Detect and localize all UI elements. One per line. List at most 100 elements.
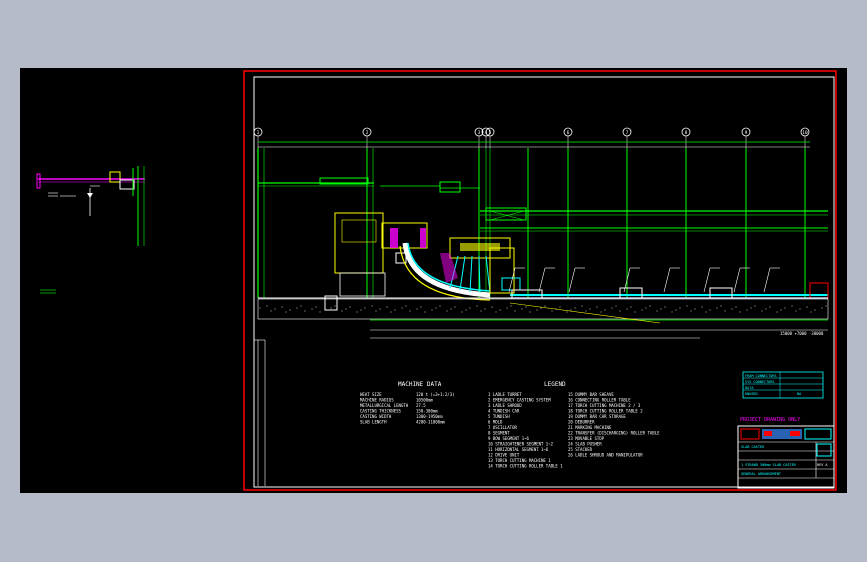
concrete-hatch-dot — [495, 311, 497, 313]
legend-table: LEGEND 1 LADLE TURRET2 EMERGENCY CASTING… — [488, 381, 660, 469]
concrete-hatch-dot — [514, 310, 516, 312]
machine-data-table: MACHINE DATA HEAT SIZE 120 t (=3+1:2/3) MA… — [360, 381, 455, 425]
legend-item: 6 MOLD — [488, 420, 503, 425]
grid-bubble: 7 — [622, 127, 632, 148]
concrete-hatch-dot — [480, 310, 482, 312]
concrete-hatch-dot — [825, 305, 827, 307]
concrete-hatch-dot — [570, 309, 572, 311]
concrete-hatch-dot — [484, 308, 486, 310]
concrete-hatch-dot — [405, 305, 407, 307]
concrete-hatch-dot — [285, 311, 287, 313]
concrete-hatch-dot — [791, 305, 793, 307]
title-row: GENERAL ARRANGEMENT — [741, 472, 782, 476]
concrete-hatch-dot — [814, 309, 816, 311]
legend-item: 21 MARKING MACHINE — [568, 425, 612, 430]
concrete-hatch-dot — [390, 311, 392, 313]
concrete-hatch-dot — [701, 306, 703, 308]
concrete-hatch-dot — [589, 308, 591, 310]
sheet-number: REV A — [817, 463, 828, 467]
concrete-hatch-dot — [671, 311, 673, 313]
machine-data-label: HEAT SIZE — [360, 392, 382, 397]
concrete-hatch-dot — [341, 310, 343, 312]
concrete-hatch-dot — [634, 311, 636, 313]
title-block: FRAM CONNECTORS SYS CONNECTORS DATA UNUS… — [737, 371, 835, 489]
concrete-hatch-dot — [664, 306, 666, 308]
title-row: SLAB CASTER — [741, 445, 765, 449]
concrete-hatch-dot — [525, 306, 527, 308]
left-detail-view — [36, 166, 145, 294]
legend-item: 22 TRANSFER (DISCHARGING) ROLLER TABLE — [568, 431, 660, 436]
concrete-hatch-dot — [799, 308, 801, 310]
concrete-hatch-dot — [319, 311, 321, 313]
cad-drawing-canvas[interactable]: 1 2 3 4 5 6 7 8 9 10 15000 +7000 -38000 … — [20, 68, 847, 493]
concrete-hatch-dot — [394, 309, 396, 311]
grid-bubble: 10 — [800, 127, 810, 148]
grid-bubble-label: 9 — [745, 130, 748, 136]
concrete-hatch-dot — [746, 309, 748, 311]
concrete-hatch-dot — [739, 311, 741, 313]
leader-line — [663, 267, 671, 293]
concrete-hatch-dot — [731, 308, 733, 310]
legend-item: 26 LADLE SHROUD AND MANIPULATOR — [568, 453, 643, 458]
concrete-hatch-dot — [735, 306, 737, 308]
note-scale: NA — [797, 392, 802, 396]
concrete-hatch-dot — [630, 306, 632, 308]
concrete-hatch-dot — [360, 309, 362, 311]
machine-data-label: SLAB LENGTH — [360, 420, 387, 425]
grid-bubble: 8 — [681, 127, 691, 148]
concrete-hatch-dot — [461, 311, 463, 313]
concrete-hatch-dot — [776, 311, 778, 313]
legend-item: 5 TUNDISH — [488, 414, 510, 419]
concrete-hatch-dot — [750, 307, 752, 309]
legend-item: 1 LADLE TURRET — [488, 392, 522, 397]
legend-item: 7 OSCILLATOR — [488, 425, 517, 430]
concrete-hatch-dot — [491, 306, 493, 308]
concrete-hatch-dot — [810, 311, 812, 313]
grid-bubble: 6 — [563, 127, 573, 148]
concrete-hatch-dot — [679, 307, 681, 309]
concrete-hatch-dot — [435, 307, 437, 309]
machine-data-value: 150-300mm — [416, 409, 438, 414]
concrete-hatch-dot — [705, 311, 707, 313]
concrete-hatch-dot — [754, 305, 756, 307]
concrete-hatch-dot — [506, 307, 508, 309]
legend-item: 3 LADLE SHROUD — [488, 403, 522, 408]
concrete-hatch-dot — [784, 307, 786, 309]
legend-item: 11 HORIZONTAL SEGMENT 1~6 — [488, 447, 549, 452]
note-line: DATA — [745, 386, 754, 390]
legend-item: 19 DUMMY BAR CAR STORAGE — [568, 414, 626, 419]
grid-bubble-label: 2 — [366, 130, 369, 136]
grid-bubble: 9 — [741, 127, 751, 148]
legend-item: 23 MOVABLE STOP — [568, 436, 605, 441]
concrete-hatch-dot — [604, 309, 606, 311]
top-dimension-chain — [258, 141, 810, 148]
concrete-hatch-dot — [795, 310, 797, 312]
concrete-hatch-dot — [330, 307, 332, 309]
legend-item: 15 DUMMY BAR SHEAVE — [568, 392, 614, 397]
legend-item: 25 STACKER — [568, 447, 593, 452]
grid-bubble: 1 — [253, 127, 263, 148]
concrete-hatch-dot — [315, 306, 317, 308]
concrete-hatch-dot — [566, 311, 568, 313]
concrete-hatch-dot — [780, 309, 782, 311]
grid-bubble-label: 7 — [626, 130, 629, 136]
concrete-hatch-dot — [454, 306, 456, 308]
leader-line — [703, 267, 711, 293]
machine-data-value: 4200-11000mm — [416, 420, 445, 425]
legend-item: 17 TORCH CUTTING MACHINE 2 / 3 — [568, 403, 641, 408]
concrete-hatch-dot — [409, 310, 411, 312]
note-line: SYS CONNECTORS — [745, 380, 775, 384]
concrete-hatch-dot — [724, 310, 726, 312]
cad-model-viewport[interactable]: 1 2 3 4 5 6 7 8 9 10 15000 +7000 -38000 … — [20, 68, 847, 493]
leader-line — [763, 267, 771, 293]
concrete-hatch-dot — [476, 305, 478, 307]
grid-axis-bubbles: 1 2 3 4 5 6 7 8 9 10 — [253, 127, 810, 148]
concrete-hatch-dot — [450, 308, 452, 310]
leader-line — [733, 267, 741, 293]
caster-machine — [334, 212, 829, 301]
machine-data-value: 1300-1950mm — [416, 414, 443, 419]
leader-line — [538, 267, 546, 293]
concrete-hatch-dot — [686, 305, 688, 307]
concrete-hatch-dot — [446, 310, 448, 312]
concrete-hatch-dot — [641, 309, 643, 311]
